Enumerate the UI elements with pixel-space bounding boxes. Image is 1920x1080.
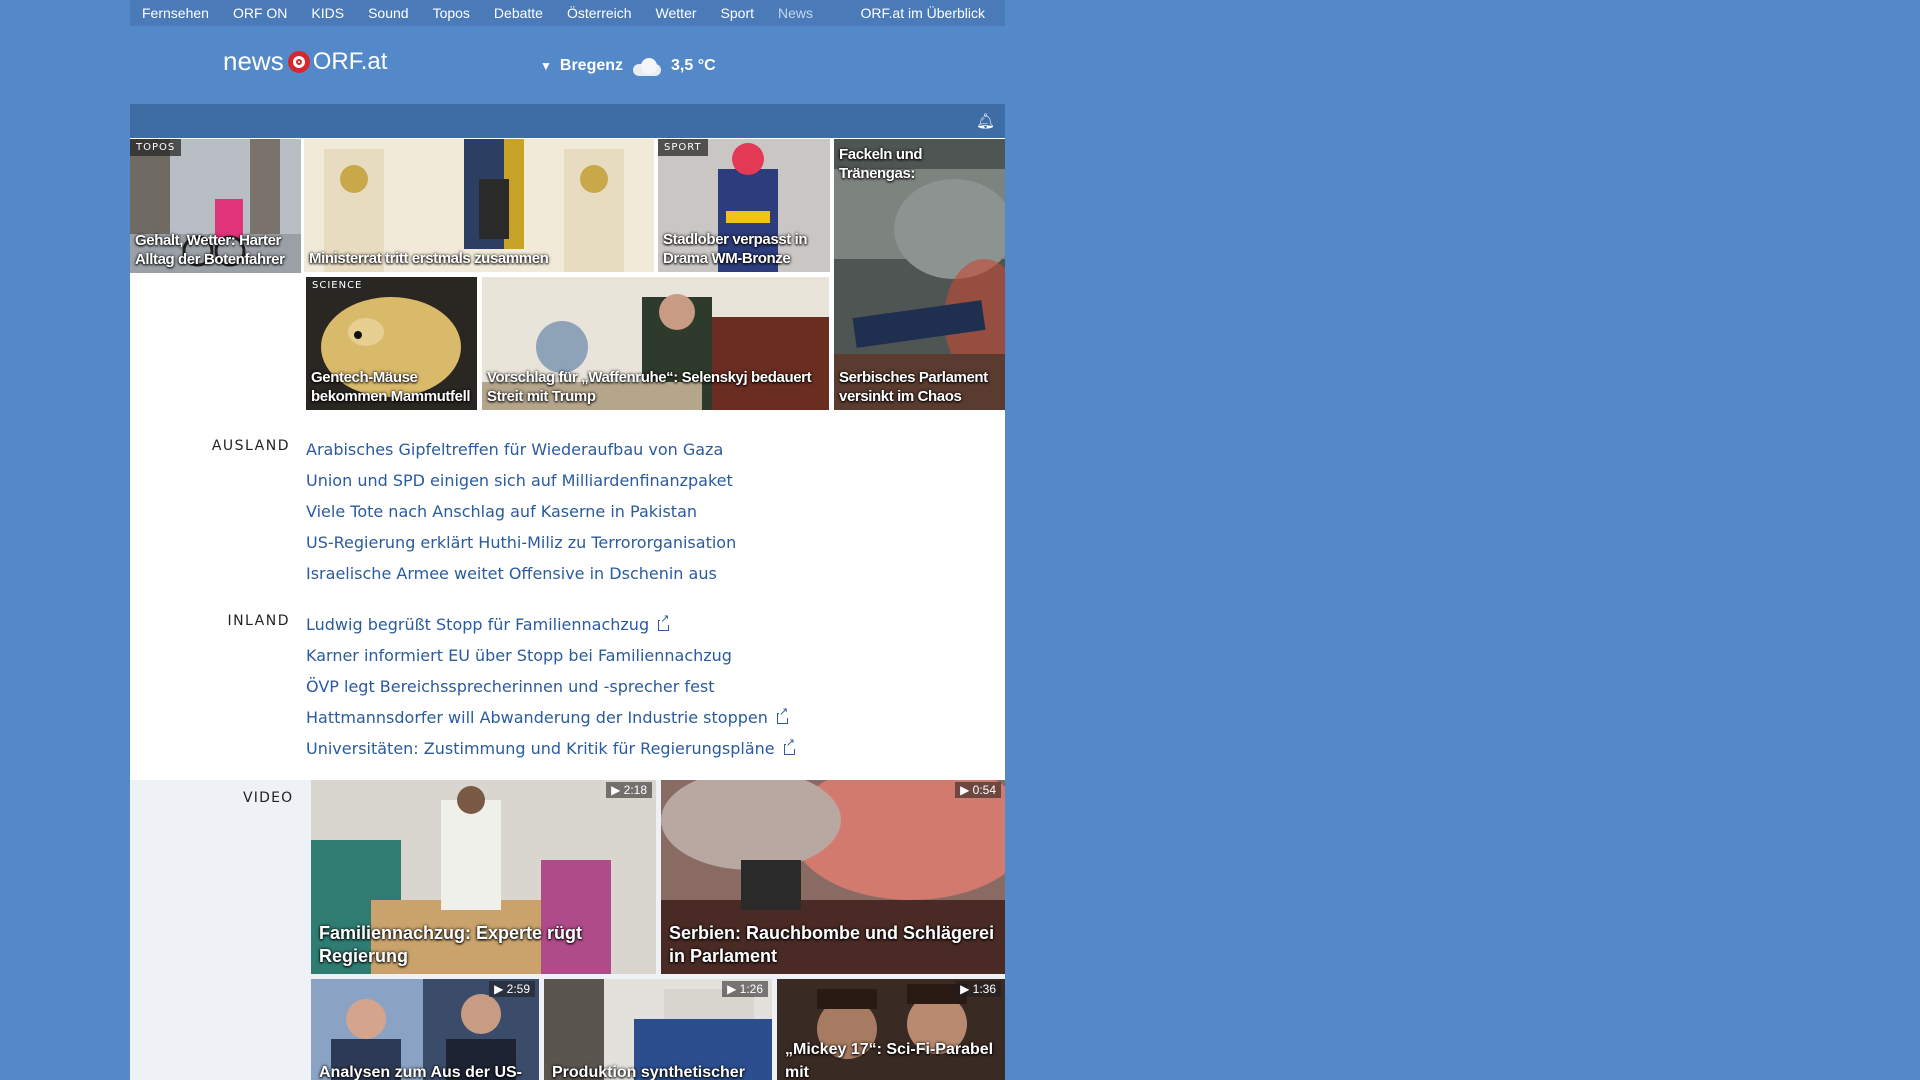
list-item[interactable]: Universitäten: Zustimmung und Kritik für… [306,733,795,764]
nav-fernsehen[interactable]: Fernsehen [130,5,221,21]
video-duration: ▶ 2:18 [606,782,652,798]
teaser-botenfahrer[interactable]: TOPOS Gehalt, Wetter: Harter Alltag der … [130,139,301,273]
duration-text: 2:18 [623,783,647,797]
page: Fernsehen ORF ON KIDS Sound Topos Debatt… [130,0,1005,1080]
teaser-title: Gehalt, Wetter: Harter Alltag der Botenf… [135,232,285,268]
list-item-text: Karner informiert EU über Stopp bei Fami… [306,646,732,665]
list-item-text: Hattmannsdorfer will Abwanderung der Ind… [306,708,768,727]
list-item[interactable]: Hattmannsdorfer will Abwanderung der Ind… [306,702,795,733]
duration-text: 2:59 [506,982,530,996]
teaser-gentech-maeuse[interactable]: SCIENCE Gentech-Mäuse bekommen Mammutfel… [306,277,477,410]
video-title: Serbien: Rauchbombe und Schlägerei in Pa… [669,923,995,966]
subheader-bar: 🔔︎ [130,104,1005,138]
video-teaser[interactable]: ▶ 1:26 Produktion synthetischer [544,979,772,1080]
video-duration: ▶ 0:54 [955,782,1001,798]
list-item[interactable]: Viele Tote nach Anschlag auf Kaserne in … [306,496,736,527]
teaser-title: Gentech-Mäuse bekommen Mammutfell [311,369,471,405]
section-label-ausland: AUSLAND [211,438,290,454]
nav-wetter[interactable]: Wetter [644,5,709,21]
list-item[interactable]: Union und SPD einigen sich auf Milliarde… [306,465,736,496]
external-link-icon [658,613,670,631]
teaser-grid: TOPOS Gehalt, Wetter: Harter Alltag der … [130,138,1005,410]
orf-eye-icon [287,50,310,73]
list-item[interactable]: US-Regierung erklärt Huthi-Miliz zu Terr… [306,527,736,558]
nav-sound[interactable]: Sound [356,5,420,21]
weather-location: Bregenz [559,57,624,74]
ausland-list: Arabisches Gipfeltreffen für Wiederaufba… [306,434,736,589]
top-navigation: Fernsehen ORF ON KIDS Sound Topos Debatt… [130,0,1005,26]
teaser-title: Vorschlag für „Waffenruhe“: Selenskyj be… [487,369,812,405]
teaser-selenskyj[interactable]: Vorschlag für „Waffenruhe“: Selenskyj be… [482,277,829,410]
caret-down-icon: ▼ [540,59,552,73]
teaser-title: Serbisches Parlament versinkt im Chaos [839,369,988,405]
video-teaser[interactable]: ▶ 1:36 „Mickey 17“: Sci-Fi-Parabel mit [777,979,1005,1080]
tag-science: SCIENCE [306,277,369,294]
nav-debatte[interactable]: Debatte [482,5,555,21]
nav-kids[interactable]: KIDS [299,5,356,21]
nav-orf-on[interactable]: ORF ON [221,5,299,21]
video-title: Familiennachzug: Experte rügt Regierung [319,923,583,966]
weather-widget[interactable]: ▼ Bregenz 3,5 °C [540,56,716,76]
teaser-title-top: Fackeln und Tränengas: [839,146,923,182]
external-link-icon [783,737,795,755]
video-title: „Mickey 17“: Sci-Fi-Parabel mit [785,1041,994,1080]
video-duration: ▶ 2:59 [489,981,535,997]
video-teaser[interactable]: ▶ 2:18 Familiennachzug: Experte rügt Reg… [311,780,656,974]
news-orf-logo[interactable]: news ORF.at [223,46,387,77]
duration-text: 1:26 [739,982,763,996]
teaser-ministerrat[interactable]: Ministerrat tritt erstmals zusammen [304,139,654,272]
cloud-icon [631,56,663,76]
duration-text: 1:36 [972,982,996,996]
list-item[interactable]: Arabisches Gipfeltreffen für Wiederaufba… [306,434,736,465]
list-item[interactable]: Ludwig begrüßt Stopp für Familiennachzug [306,609,795,640]
video-section: VIDEO ▶ 2:18 Familiennachzug: Experte rü… [130,780,1005,1080]
video-duration: ▶ 1:26 [722,981,768,997]
teaser-title: Stadlober verpasst in Drama WM-Bronze [663,231,808,267]
duration-text: 0:54 [972,783,996,797]
logo-orf-text: ORF.at [312,47,388,75]
inland-list: Ludwig begrüßt Stopp für Familiennachzug… [306,609,795,764]
news-lists: AUSLAND Arabisches Gipfeltreffen für Wie… [130,410,1005,780]
tag-topos: TOPOS [130,139,182,156]
list-item-text: Universitäten: Zustimmung und Kritik für… [306,739,775,758]
section-label-inland: INLAND [227,613,290,629]
teaser-title: Ministerrat tritt erstmals zusammen [309,250,549,267]
video-title: Produktion synthetischer [552,1064,745,1080]
weather-temperature: 3,5 °C [671,57,716,74]
video-teaser[interactable]: ▶ 2:59 Analysen zum Aus der US- [311,979,539,1080]
tag-sport: SPORT [658,139,708,156]
bell-icon[interactable]: 🔔︎ [976,112,995,130]
nav-overview[interactable]: ORF.at im Überblick [849,5,1005,21]
list-item[interactable]: Karner informiert EU über Stopp bei Fami… [306,640,795,671]
video-teaser[interactable]: ▶ 0:54 Serbien: Rauchbombe und Schlägere… [661,780,1005,974]
video-title: Analysen zum Aus der US- [319,1064,523,1080]
list-item-text: ÖVP legt Bereichssprecherinnen und -spre… [306,677,715,696]
nav-news[interactable]: News [766,5,825,21]
video-duration: ▶ 1:36 [955,981,1001,997]
nav-topos[interactable]: Topos [421,5,482,21]
list-item[interactable]: Israelische Armee weitet Offensive in Ds… [306,558,736,589]
teaser-serbien-parlament[interactable]: Fackeln und Tränengas: Serbisches Parlam… [834,139,1005,410]
nav-sport[interactable]: Sport [709,5,766,21]
nav-oesterreich[interactable]: Österreich [555,5,644,21]
header: news ORF.at ▼ Bregenz 3,5 °C [130,26,1005,104]
teaser-stadlober[interactable]: SPORT Stadlober verpasst in Drama WM-Bro… [658,139,830,272]
list-item-text: Ludwig begrüßt Stopp für Familiennachzug [306,615,650,634]
external-link-icon [776,706,789,724]
section-label-video: VIDEO [243,790,294,806]
logo-news-text: news [223,46,284,76]
list-item[interactable]: ÖVP legt Bereichssprecherinnen und -spre… [306,671,795,702]
